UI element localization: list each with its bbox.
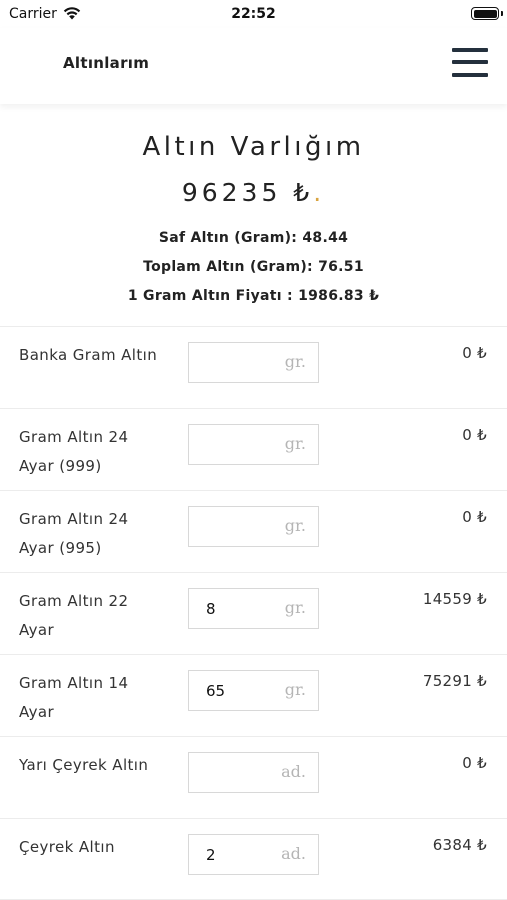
- total-value: 96235 ₺.: [0, 178, 507, 207]
- amount-input[interactable]: gr.: [188, 506, 319, 547]
- item-label: Banka Gram Altın: [19, 346, 158, 364]
- input-unit: gr.: [284, 434, 306, 453]
- input-value: 8: [206, 600, 216, 618]
- list-item: Gram Altın 22 Ayar 8 gr. 14559 ₺: [0, 572, 507, 654]
- amount-input[interactable]: 2 ad.: [188, 834, 319, 875]
- summary-panel: Altın Varlığım 96235 ₺. Saf Altın (Gram)…: [0, 104, 507, 326]
- item-total: 0 ₺: [462, 508, 487, 526]
- list-item: Gram Altın 14 Ayar 65 gr. 75291 ₺: [0, 654, 507, 736]
- amount-input[interactable]: 65 gr.: [188, 670, 319, 711]
- item-total: 6384 ₺: [432, 836, 487, 854]
- amount-input[interactable]: ad.: [188, 752, 319, 793]
- amount-input[interactable]: gr.: [188, 424, 319, 465]
- item-label: Yarı Çeyrek Altın: [19, 756, 149, 774]
- saf-altin-gram: Saf Altın (Gram): 48.44: [158, 230, 349, 246]
- item-total: 0 ₺: [462, 426, 487, 444]
- item-total: 75291 ₺: [422, 672, 487, 690]
- input-unit: gr.: [284, 352, 306, 371]
- battery-icon: [471, 7, 499, 20]
- gold-list: Banka Gram Altın gr. 0 ₺ Gram Altın 24 A…: [0, 326, 507, 900]
- nav-bar: Altınlarım: [0, 28, 507, 104]
- input-unit: gr.: [284, 598, 306, 617]
- input-unit: ad.: [281, 762, 306, 781]
- total-amount: 96235 ₺: [181, 178, 314, 207]
- hamburger-menu-icon[interactable]: [452, 47, 488, 79]
- list-item: Yarı Çeyrek Altın ad. 0 ₺: [0, 736, 507, 818]
- input-unit: gr.: [284, 516, 306, 535]
- item-total: 0 ₺: [462, 344, 487, 362]
- battery-tip: [501, 11, 503, 16]
- input-unit: ad.: [281, 844, 306, 863]
- list-item: Çeyrek Altın 2 ad. 6384 ₺: [0, 818, 507, 900]
- summary-title: Altın Varlığım: [142, 132, 365, 162]
- item-label: Gram Altın 22 Ayar: [19, 592, 129, 639]
- item-label: Gram Altın 24 Ayar (995): [19, 510, 129, 557]
- item-total: 0 ₺: [462, 754, 487, 772]
- total-accent-dot: .: [313, 178, 326, 207]
- gram-altin-fiyati: 1 Gram Altın Fiyatı : 1986.83 ₺: [127, 288, 380, 304]
- input-unit: gr.: [284, 680, 306, 699]
- item-total: 14559 ₺: [422, 590, 487, 608]
- list-item: Banka Gram Altın gr. 0 ₺: [0, 326, 507, 408]
- list-item: Gram Altın 24 Ayar (999) gr. 0 ₺: [0, 408, 507, 490]
- status-bar: Carrier 22:52: [0, 0, 507, 28]
- list-item: Gram Altın 24 Ayar (995) gr. 0 ₺: [0, 490, 507, 572]
- page-title: Altınlarım: [63, 54, 150, 72]
- amount-input[interactable]: 8 gr.: [188, 588, 319, 629]
- input-value: 65: [206, 682, 226, 700]
- status-time: 22:52: [231, 6, 276, 22]
- item-label: Gram Altın 14 Ayar: [19, 674, 129, 721]
- input-value: 2: [206, 846, 216, 864]
- item-label: Gram Altın 24 Ayar (999): [19, 428, 129, 475]
- item-label: Çeyrek Altın: [19, 838, 115, 856]
- toplam-altin-gram: Toplam Altın (Gram): 76.51: [143, 259, 364, 275]
- amount-input[interactable]: gr.: [188, 342, 319, 383]
